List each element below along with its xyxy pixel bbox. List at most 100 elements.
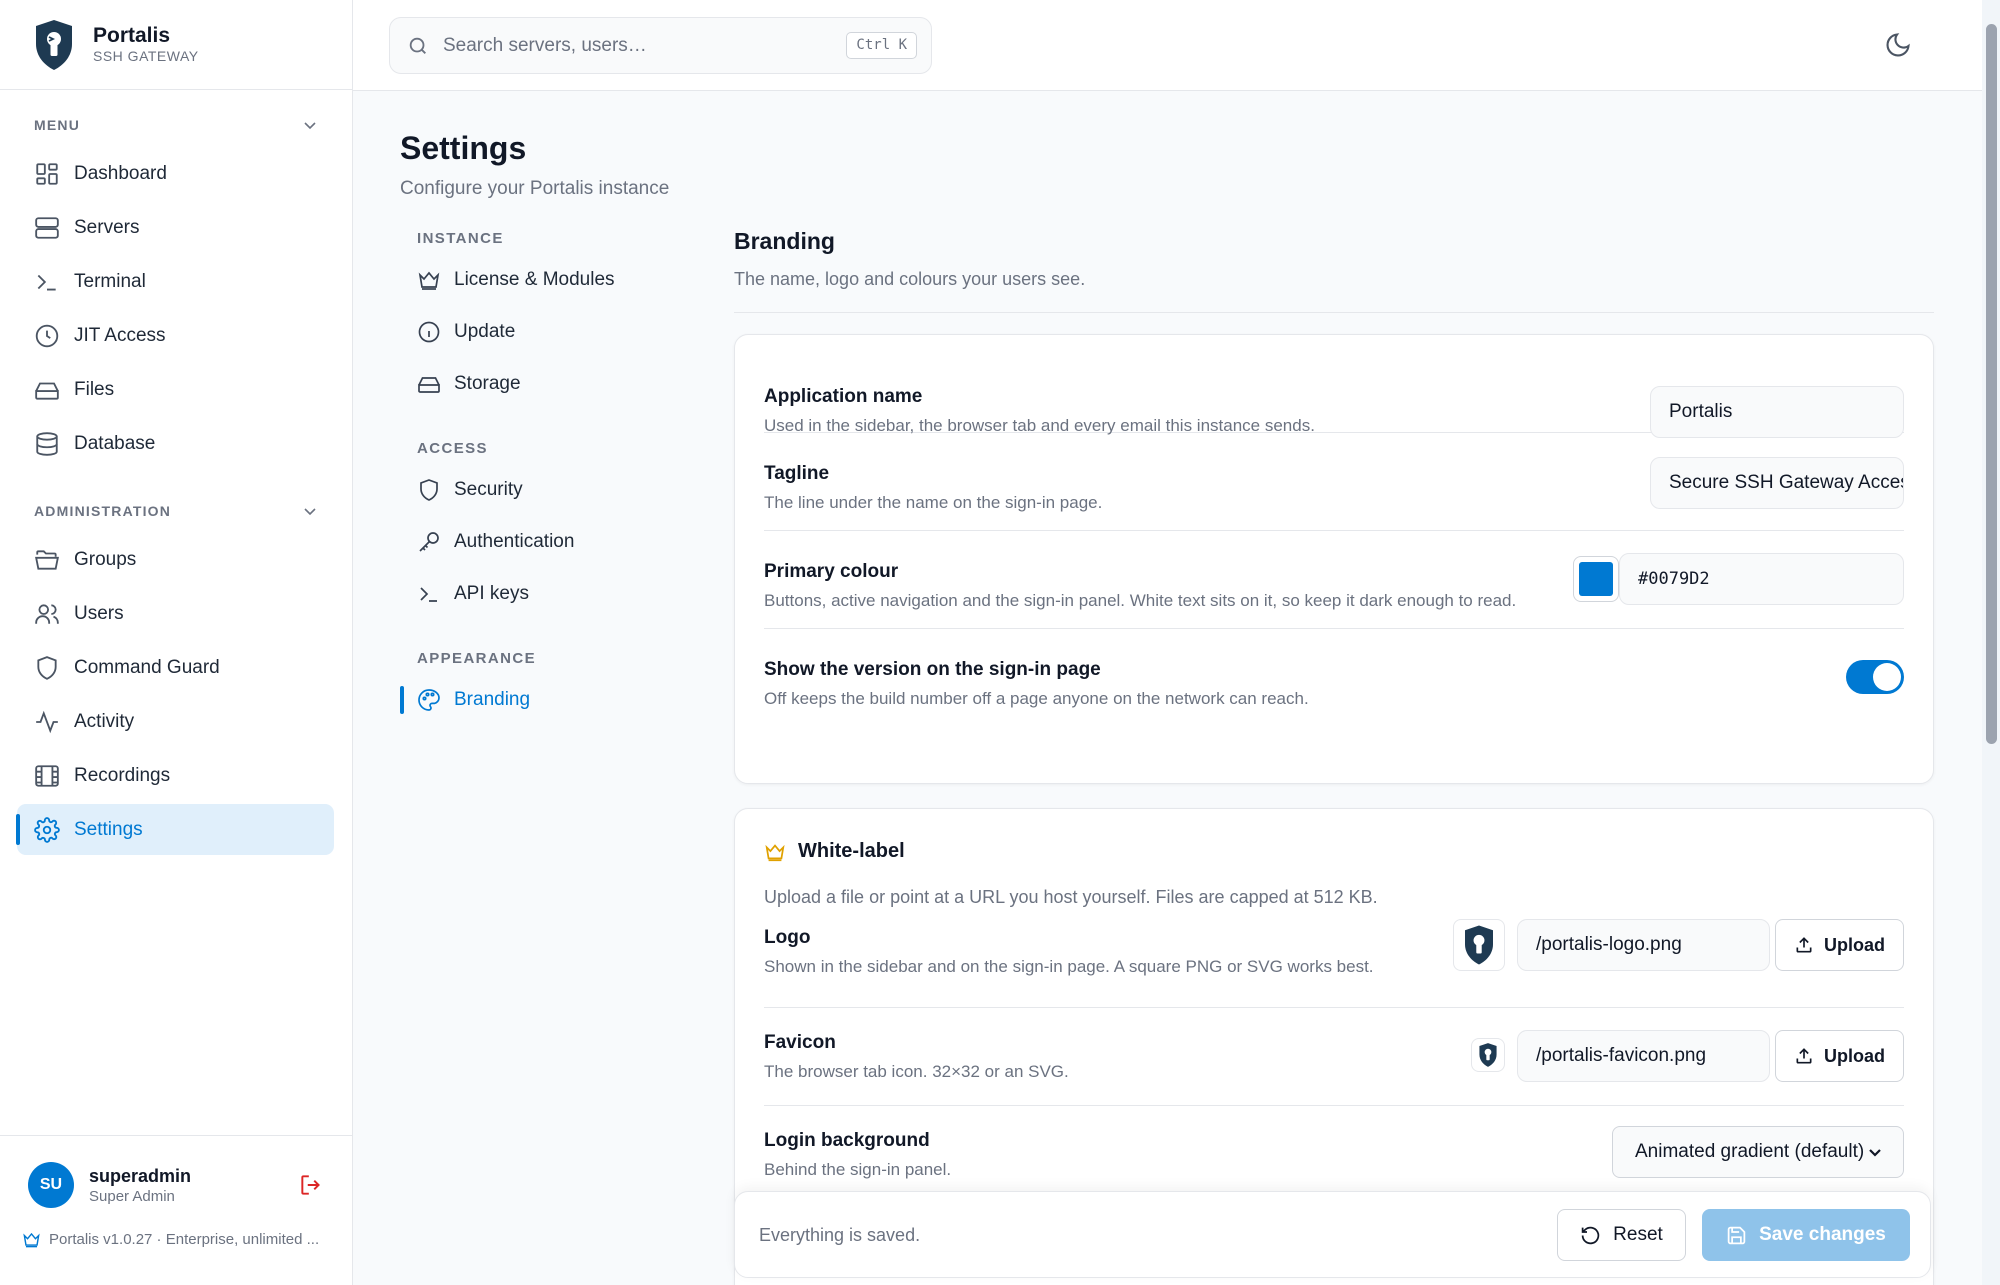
- app-name: Portalis: [93, 24, 171, 47]
- logo-label: Logo: [764, 927, 811, 948]
- sidebar-item-label: Database: [74, 432, 156, 454]
- sidebar-item-users[interactable]: Users: [17, 588, 334, 639]
- reset-icon: [1581, 1226, 1600, 1244]
- user-role: Super Admin: [89, 1187, 175, 1205]
- sidebar-item-terminal[interactable]: Terminal: [17, 256, 334, 307]
- key-icon: [419, 532, 439, 552]
- settings-nav-branding[interactable]: Branding: [400, 674, 700, 726]
- sidebar-item-label: Dashboard: [74, 162, 167, 184]
- settings-nav-appearance-heading: APPEARANCE: [417, 650, 537, 667]
- logo-desc: Shown in the sidebar and on the sign-in …: [764, 957, 1374, 976]
- terminal-icon: [37, 274, 56, 291]
- logo-url-input[interactable]: /portalis-logo.png: [1517, 919, 1770, 971]
- tagline-input[interactable]: Secure SSH Gateway Access: [1650, 457, 1904, 509]
- favicon-upload-button[interactable]: Upload: [1775, 1030, 1904, 1082]
- settings-nav: INSTANCE License & Modules Update Storag…: [400, 220, 700, 726]
- logo-row: Logo Shown in the sidebar and on the sig…: [764, 917, 1904, 1008]
- chevron-down-icon: [304, 508, 316, 516]
- sidebar-item-label: Command Guard: [74, 656, 220, 678]
- primary-colour-row: Primary colour Buttons, active navigatio…: [764, 531, 1904, 629]
- primary-colour-input[interactable]: #0079D2: [1619, 553, 1904, 605]
- save-changes-button[interactable]: Save changes: [1702, 1209, 1910, 1261]
- settings-nav-label: Authentication: [454, 531, 575, 552]
- primary-colour-swatch[interactable]: [1573, 556, 1619, 602]
- page-scrollbar[interactable]: [1982, 0, 2000, 1285]
- app-name-input[interactable]: Portalis: [1650, 386, 1904, 438]
- sidebar-item-settings[interactable]: Settings: [16, 804, 334, 855]
- save-label: Save changes: [1759, 1224, 1886, 1245]
- sidebar-item-recordings[interactable]: Recordings: [17, 750, 334, 801]
- search-box[interactable]: Ctrl K: [389, 17, 932, 74]
- colour-preview: [1579, 562, 1613, 596]
- favicon-row: Favicon The browser tab icon. 32×32 or a…: [764, 1008, 1904, 1106]
- user-panel: SU superadmin Super Admin Portalis v1.0.…: [0, 1135, 352, 1285]
- settings-nav-label: License & Modules: [454, 269, 615, 290]
- primary-colour-label: Primary colour: [764, 561, 899, 582]
- settings-nav-api-keys[interactable]: API keys: [400, 568, 700, 620]
- primary-colour-desc: Buttons, active navigation and the sign-…: [764, 591, 1517, 610]
- section-subtitle: The name, logo and colours your users se…: [734, 269, 1934, 313]
- palette-icon: [418, 689, 440, 711]
- sidebar-item-dashboard[interactable]: Dashboard: [17, 148, 334, 199]
- tagline-row: Tagline The line under the name on the s…: [764, 433, 1904, 531]
- search-input[interactable]: [443, 34, 823, 57]
- upload-icon: [1796, 1048, 1812, 1064]
- scrollbar-thumb[interactable]: [1986, 24, 1997, 744]
- sidebar-item-label: Recordings: [74, 764, 171, 786]
- logo-upload-button[interactable]: Upload: [1775, 919, 1904, 971]
- settings-nav-security[interactable]: Security: [400, 464, 700, 516]
- branding-card: Application name Used in the sidebar, th…: [734, 334, 1934, 784]
- save-icon: [1727, 1226, 1746, 1244]
- search-shortcut-badge: Ctrl K: [846, 32, 917, 59]
- login-background-desc: Behind the sign-in panel.: [764, 1160, 952, 1179]
- settings-nav-update[interactable]: Update: [400, 306, 700, 358]
- user-name: superadmin: [89, 1165, 192, 1186]
- portalis-logo-icon: [1465, 925, 1493, 965]
- chevron-down-icon: [304, 122, 316, 130]
- sidebar-item-files[interactable]: Files: [17, 364, 334, 415]
- chevron-down-icon: [1869, 1149, 1881, 1157]
- menu-section-toggle[interactable]: MENU: [0, 110, 352, 140]
- show-version-row: Show the version on the sign-in page Off…: [764, 629, 1904, 727]
- tagline-label: Tagline: [764, 463, 830, 484]
- administration-section-toggle[interactable]: ADMINISTRATION: [0, 496, 352, 526]
- activity-icon: [36, 710, 58, 733]
- sidebar-item-label: Servers: [74, 216, 140, 238]
- settings-nav-storage[interactable]: Storage: [400, 358, 700, 410]
- settings-nav-label: Storage: [454, 373, 521, 394]
- sidebar-item-activity[interactable]: Activity: [17, 696, 334, 747]
- sidebar-item-command-guard[interactable]: Command Guard: [17, 642, 334, 693]
- upload-icon: [1796, 937, 1812, 953]
- database-icon: [36, 431, 58, 456]
- reset-button[interactable]: Reset: [1557, 1209, 1686, 1261]
- settings-nav-label: Security: [454, 479, 523, 500]
- sidebar-item-database[interactable]: Database: [17, 418, 334, 469]
- upload-label: Upload: [1824, 934, 1885, 955]
- sidebar-item-groups[interactable]: Groups: [17, 534, 334, 585]
- show-version-toggle[interactable]: [1846, 660, 1904, 694]
- settings-nav-label: Branding: [454, 689, 531, 710]
- favicon-url-input[interactable]: /portalis-favicon.png: [1517, 1030, 1770, 1082]
- sidebar-item-servers[interactable]: Servers: [17, 202, 334, 253]
- toggle-knob: [1873, 663, 1901, 691]
- settings-nav-authentication[interactable]: Authentication: [400, 516, 700, 568]
- shield-icon: [420, 479, 438, 501]
- avatar[interactable]: SU: [28, 1162, 74, 1208]
- save-bar: Everything is saved. Reset Save changes: [734, 1191, 1931, 1278]
- page-title: Settings: [400, 130, 527, 166]
- version-info: Portalis v1.0.27 · Enterprise, unlimited…: [0, 1208, 330, 1249]
- favicon-desc: The browser tab icon. 32×32 or an SVG.: [764, 1062, 1069, 1081]
- logout-icon[interactable]: [298, 1172, 324, 1198]
- moon-icon[interactable]: [1884, 31, 1912, 59]
- settings-nav-label: Update: [454, 321, 516, 342]
- brand[interactable]: Portalis SSH GATEWAY: [0, 0, 352, 90]
- film-icon: [35, 764, 59, 787]
- sidebar-item-label: JIT Access: [74, 324, 166, 346]
- login-background-label: Login background: [764, 1130, 930, 1151]
- sidebar-item-jit-access[interactable]: JIT Access: [17, 310, 334, 361]
- settings-nav-access-heading: ACCESS: [417, 440, 488, 457]
- settings-nav-license[interactable]: License & Modules: [400, 254, 700, 306]
- login-background-select[interactable]: Animated gradient (default): [1612, 1126, 1904, 1178]
- server-icon: [35, 216, 59, 239]
- terminal-icon: [420, 587, 437, 602]
